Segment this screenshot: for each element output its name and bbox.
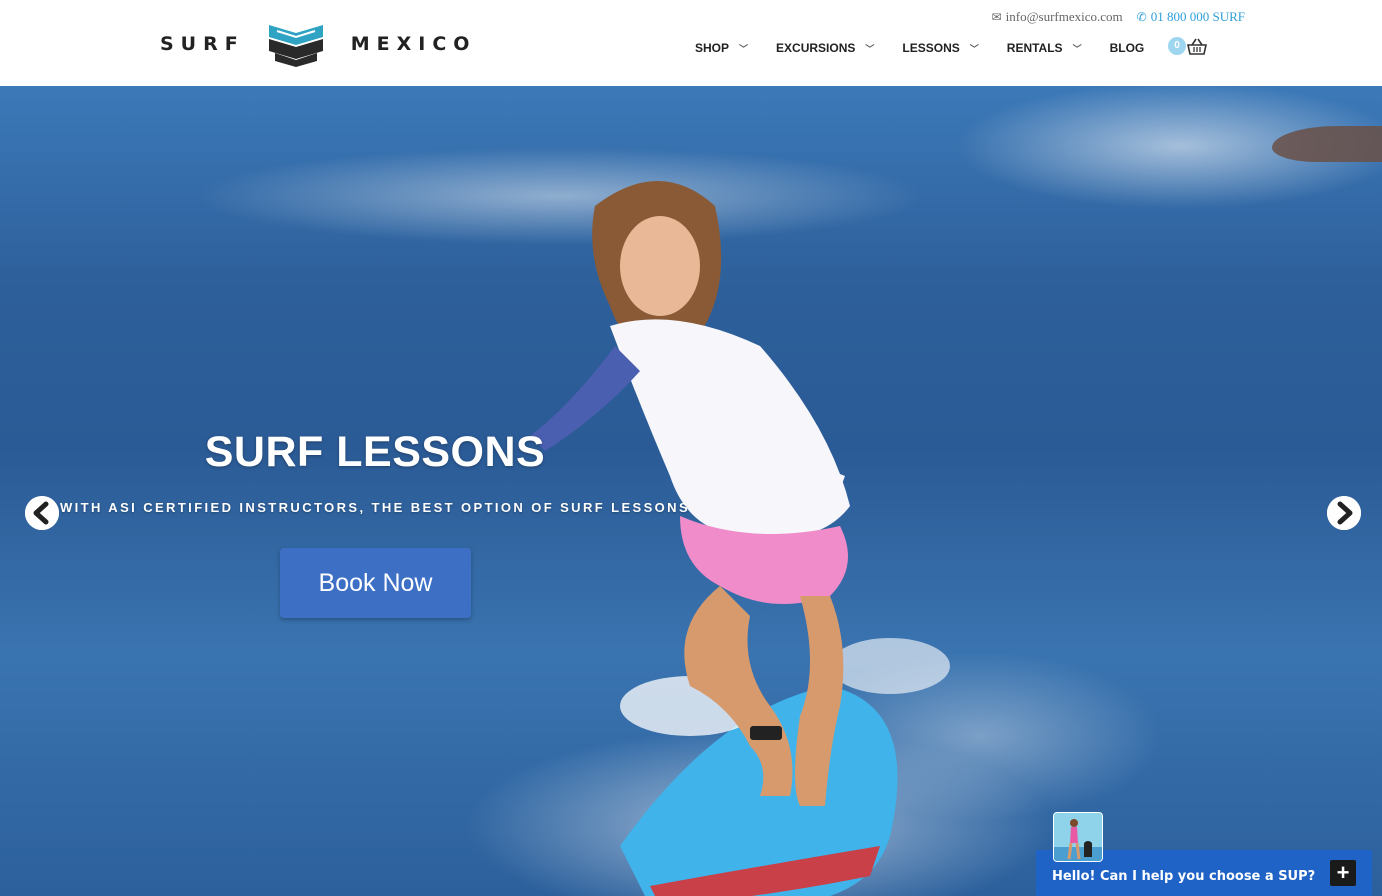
contact-phone-text: 01 800 000 SURF [1150,9,1245,24]
main-nav: SHOP ﹀ EXCURSIONS ﹀ LESSONS ﹀ RENTALS ﹀ … [695,40,1172,56]
contact-phone-link[interactable]: ✆ 01 800 000 SURF [1137,9,1245,25]
nav-item-label: BLOG [1109,41,1145,55]
nav-item-lessons[interactable]: LESSONS ﹀ [902,41,978,55]
chat-avatar [1053,812,1103,862]
contact-bar: ✉ info@surfmexico.com ✆ 01 800 000 SURF [992,9,1245,25]
logo-mark-icon [268,25,323,67]
hero-rock-decor [1272,126,1382,162]
contact-email-text: info@surfmexico.com [1005,9,1123,24]
nav-item-rentals[interactable]: RENTALS ﹀ [1007,41,1082,55]
envelope-icon: ✉ [991,10,1002,24]
nav-item-label: SHOP [695,41,730,55]
site-header: SURF MEXICO ✉ info@surfmexico.com ✆ 01 800… [0,0,1382,86]
chevron-down-icon: ﹀ [969,43,979,54]
avatar-image [1054,813,1102,861]
phone-icon: ✆ [1136,10,1147,24]
slider-prev-button[interactable] [25,496,59,530]
nav-item-blog[interactable]: BLOG [1110,41,1145,55]
hero-subtitle: WITH ASI CERTIFIED INSTRUCTORS, THE BEST… [59,500,691,515]
nav-item-label: LESSONS [902,41,960,55]
book-now-button[interactable]: Book Now [280,548,471,618]
hero-slider: SURF LESSONS WITH ASI CERTIFIED INSTRUCT… [0,86,1382,896]
cart-count-badge: 0 [1168,37,1186,55]
nav-item-shop[interactable]: SHOP ﹀ [695,41,748,55]
hero-title: SURF LESSONS [204,428,546,476]
chevron-down-icon: ﹀ [739,43,749,54]
logo-word-surf: SURF [160,33,245,55]
nav-item-excursions[interactable]: EXCURSIONS ﹀ [776,41,874,55]
slider-next-button[interactable] [1327,496,1361,530]
chevron-down-icon: ﹀ [1072,43,1082,54]
chevron-right-circle-icon [1327,496,1361,530]
hero-surfer-image [530,181,950,896]
site-logo[interactable]: SURF MEXICO [160,20,476,68]
nav-item-label: RENTALS [1006,41,1063,55]
logo-word-mexico: MEXICO [350,33,477,55]
plus-icon: + [1336,860,1350,885]
contact-email-link[interactable]: ✉ info@surfmexico.com [992,9,1123,25]
nav-item-label: EXCURSIONS [776,41,856,55]
chat-close-button[interactable]: + [1330,860,1356,886]
basket-icon [1187,38,1207,55]
cart-button[interactable]: 0 [1168,37,1208,59]
chevron-left-circle-icon [25,496,59,530]
chat-message: Hello! Can I help you choose a SUP? [1052,869,1316,884]
chevron-down-icon: ﹀ [865,43,875,54]
